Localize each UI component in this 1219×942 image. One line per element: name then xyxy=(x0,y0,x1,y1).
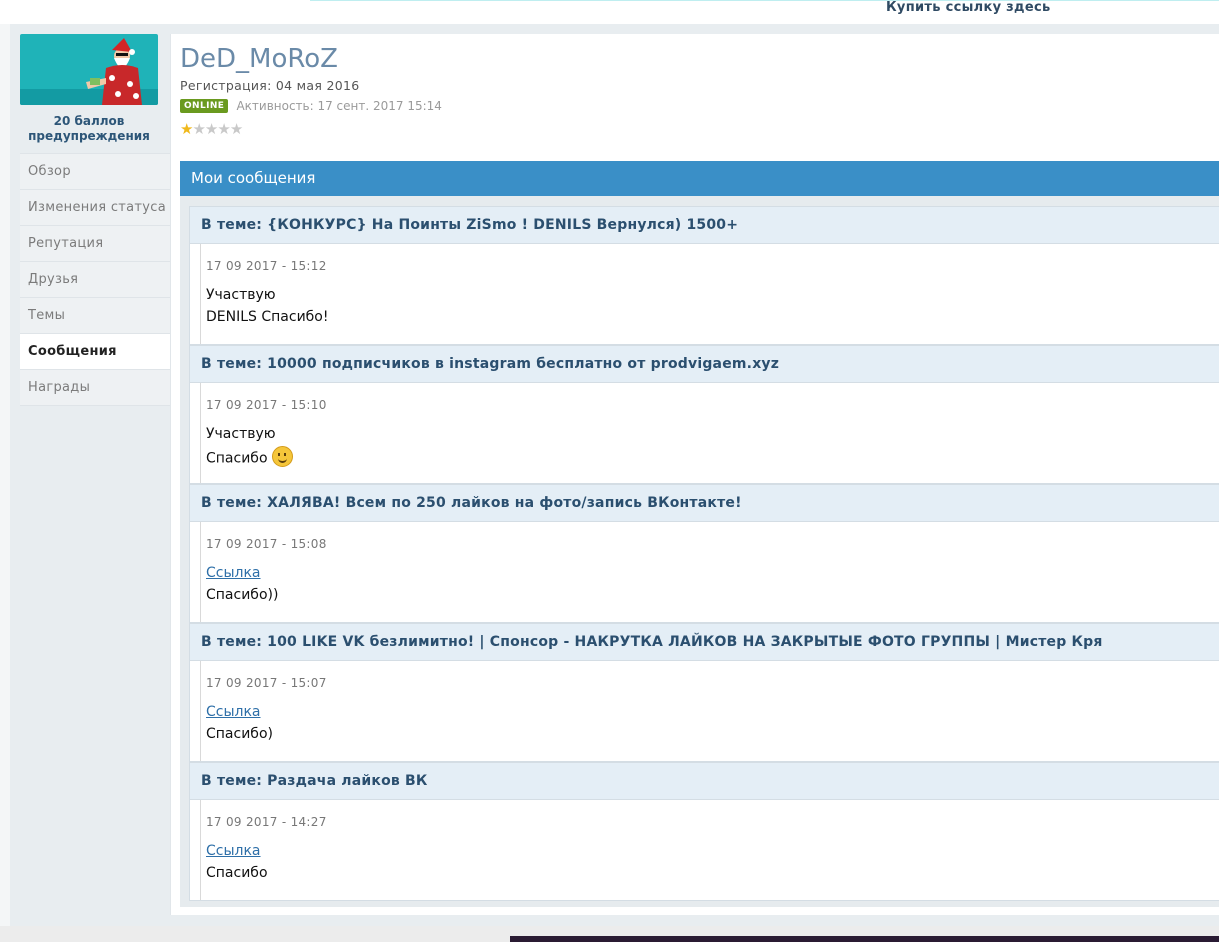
post-topic-link[interactable]: В теме: {КОНКУРС} На Поинты ZiSmo ! DENI… xyxy=(190,207,1219,244)
post-link[interactable]: Ссылка xyxy=(206,704,261,720)
nav-messages[interactable]: Сообщения xyxy=(20,333,170,369)
star-icon: ★ xyxy=(229,120,243,138)
post-text: Спасибо xyxy=(206,865,268,881)
post-item: В теме: 100 LIKE VK безлимитно! | Спонсо… xyxy=(189,623,1219,762)
post-list: В теме: {КОНКУРС} На Поинты ZiSmo ! DENI… xyxy=(189,206,1219,901)
profile-nav: Обзор Изменения статуса Репутация Друзья… xyxy=(20,153,170,406)
profile-username: DeD_MoRoZ xyxy=(180,44,338,74)
post-body: 17 09 2017 - 15:07 Ссылка Спасибо) xyxy=(190,661,1219,761)
post-text: Спасибо) xyxy=(206,726,273,742)
post-text: DENILS Спасибо! xyxy=(206,309,329,325)
post-item: В теме: {КОНКУРС} На Поинты ZiSmo ! DENI… xyxy=(189,206,1219,345)
post-link-row: Ссылка xyxy=(206,565,261,581)
quote-rule xyxy=(200,383,201,483)
post-topic-link[interactable]: В теме: 100 LIKE VK безлимитно! | Спонсо… xyxy=(190,624,1219,661)
online-badge: ONLINE xyxy=(180,98,229,113)
my-messages-section: Мои сообщения В теме: {КОНКУРС} На Поинт… xyxy=(180,161,1219,907)
last-activity: Активность: 17 сент. 2017 15:14 xyxy=(236,98,442,113)
warning-points: 20 баллов предупреждения xyxy=(28,114,150,143)
post-item: В теме: 10000 подписчиков в instagram бе… xyxy=(189,345,1219,484)
avatar[interactable] xyxy=(20,34,158,105)
nav-friends[interactable]: Друзья xyxy=(20,261,170,297)
post-link[interactable]: Ссылка xyxy=(206,843,261,859)
post-link-row: Ссылка xyxy=(206,704,261,720)
buy-link[interactable]: Купить ссылку здесь xyxy=(886,0,1050,15)
post-text: Спасибо)) xyxy=(206,587,279,603)
nav-reputation[interactable]: Репутация xyxy=(20,225,170,261)
post-text: Участвую xyxy=(206,287,276,303)
quote-rule xyxy=(200,661,201,761)
post-text: Участвую xyxy=(206,426,276,442)
post-date: 17 09 2017 - 15:12 xyxy=(206,259,327,273)
post-body: 17 09 2017 - 15:12 Участвую DENILS Спаси… xyxy=(190,244,1219,344)
post-item: В теме: ХАЛЯВА! Всем по 250 лайков на фо… xyxy=(189,484,1219,623)
section-title: Мои сообщения xyxy=(180,161,1219,196)
registration-date: Регистрация: 04 мая 2016 xyxy=(180,78,360,93)
quote-rule xyxy=(200,244,201,344)
nav-status-changes[interactable]: Изменения статуса xyxy=(20,189,170,225)
status-row: ONLINE Активность: 17 сент. 2017 15:14 xyxy=(180,95,442,113)
post-body: 17 09 2017 - 15:10 Участвую Спасибо xyxy=(190,383,1219,483)
post-date: 17 09 2017 - 15:10 xyxy=(206,398,327,412)
post-date: 17 09 2017 - 14:27 xyxy=(206,815,327,829)
nav-overview[interactable]: Обзор xyxy=(20,153,170,189)
nav-awards[interactable]: Награды xyxy=(20,369,170,406)
top-bar: Купить ссылку здесь xyxy=(0,0,1219,24)
post-text-row: Спасибо xyxy=(206,446,293,469)
post-topic-link[interactable]: В теме: Раздача лайков ВК xyxy=(190,763,1219,800)
post-topic-link[interactable]: В теме: 10000 подписчиков в instagram бе… xyxy=(190,346,1219,383)
profile-main: DeD_MoRoZ Регистрация: 04 мая 2016 ONLIN… xyxy=(170,34,1219,915)
profile-sidebar: 20 баллов предупреждения Обзор Изменения… xyxy=(20,34,170,406)
post-link-row: Ссылка xyxy=(206,843,261,859)
post-date: 17 09 2017 - 15:08 xyxy=(206,537,327,551)
post-topic-link[interactable]: В теме: ХАЛЯВА! Всем по 250 лайков на фо… xyxy=(190,485,1219,522)
star-icon: ★ xyxy=(192,120,205,138)
footer-banner xyxy=(510,936,1219,942)
star-icon: ★ xyxy=(180,120,193,138)
quote-rule xyxy=(200,800,201,900)
rating-stars: ★★★★★ xyxy=(180,120,243,138)
post-body: 17 09 2017 - 15:08 Ссылка Спасибо)) xyxy=(190,522,1219,622)
post-item: В теме: Раздача лайков ВК 17 09 2017 - 1… xyxy=(189,762,1219,901)
post-link[interactable]: Ссылка xyxy=(206,565,261,581)
post-date: 17 09 2017 - 15:07 xyxy=(206,676,327,690)
star-icon: ★ xyxy=(204,120,218,138)
quote-rule xyxy=(200,522,201,622)
smiley-icon xyxy=(271,446,293,467)
post-body: 17 09 2017 - 14:27 Ссылка Спасибо xyxy=(190,800,1219,900)
star-icon: ★ xyxy=(217,120,230,138)
top-divider xyxy=(310,0,1219,1)
post-text: Спасибо xyxy=(206,450,268,467)
nav-topics[interactable]: Темы xyxy=(20,297,170,333)
